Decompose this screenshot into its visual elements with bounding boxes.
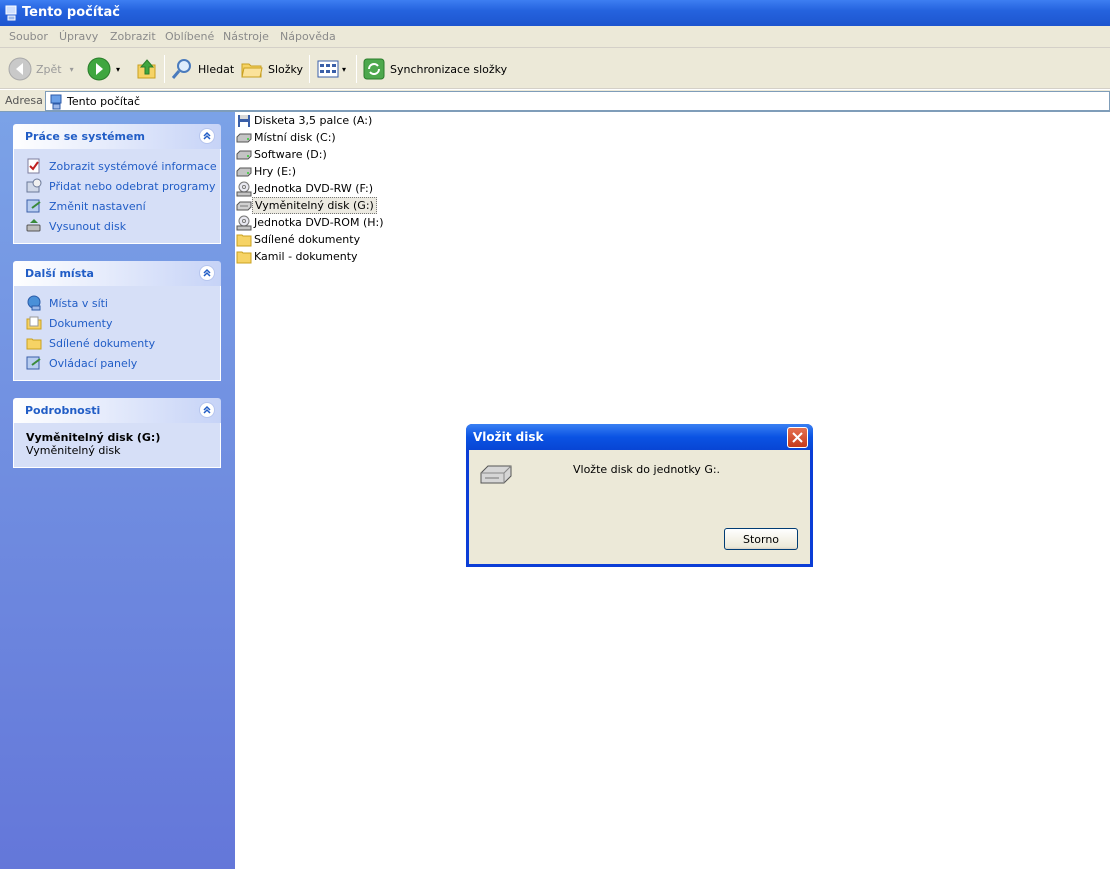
dvd-drive-icon — [236, 215, 251, 230]
details-name: Vyměnitelný disk (G:) — [26, 431, 161, 444]
panel-header[interactable]: Podrobnosti — [13, 398, 221, 423]
forward-button[interactable]: ▾ — [87, 56, 120, 82]
computer-icon — [50, 94, 62, 110]
drive-item-c[interactable]: Místní disk (C:) — [235, 129, 338, 146]
panel-header[interactable]: Další místa — [13, 261, 221, 286]
task-eject-disk[interactable]: Vysunout disk — [14, 217, 220, 237]
panel-title: Práce se systémem — [25, 130, 145, 143]
folder-icon — [236, 234, 251, 246]
floppy-icon — [237, 114, 250, 127]
menu-nastroje[interactable]: Nástroje — [223, 30, 269, 43]
folder-up-icon — [137, 59, 156, 79]
folders-button[interactable]: Složky — [240, 56, 303, 82]
collapse-icon[interactable] — [199, 402, 215, 418]
network-places-icon — [27, 295, 41, 311]
control-panel-icon — [26, 199, 41, 213]
drive-item-e[interactable]: Hry (E:) — [235, 163, 298, 180]
panel-details: Podrobnosti Vyměnitelný disk (G:) Vyměni… — [13, 398, 221, 468]
forward-arrow-icon — [87, 57, 111, 81]
place-shared-documents[interactable]: Sdílené dokumenty — [14, 334, 220, 354]
dialog-title: Vložit disk — [473, 430, 544, 444]
menu-upravy[interactable]: Úpravy — [59, 30, 98, 43]
search-icon — [171, 59, 191, 79]
dialog-message: Vložte disk do jednotky G:. — [573, 463, 721, 476]
folder-item-kamil[interactable]: Kamil - dokumenty — [235, 248, 360, 265]
dialog-body: Vložte disk do jednotky G:. Storno — [469, 450, 810, 564]
panel-title: Podrobnosti — [25, 404, 101, 417]
task-pane: Práce se systémem Zobrazit systémové inf… — [0, 112, 235, 869]
menu-zobrazit[interactable]: Zobrazit — [110, 30, 156, 43]
drive-item-h[interactable]: Jednotka DVD-ROM (H:) — [235, 214, 386, 231]
up-folder-button[interactable] — [135, 56, 159, 82]
address-value: Tento počítač — [67, 95, 141, 108]
menu-soubor[interactable]: Soubor — [9, 30, 48, 43]
drive-item-f[interactable]: Jednotka DVD-RW (F:) — [235, 180, 375, 197]
hard-disk-icon — [236, 150, 251, 159]
menu-oblibene[interactable]: Oblíbené — [165, 30, 214, 43]
task-add-remove-programs[interactable]: Přidat nebo odebrat programy — [14, 177, 220, 197]
removable-disk-icon — [480, 465, 512, 484]
place-control-panel[interactable]: Ovládací panely — [14, 354, 220, 374]
sync-folder-button[interactable]: Synchronizace složky — [362, 56, 507, 82]
back-button[interactable]: Zpět ▾ — [8, 56, 74, 82]
collapse-icon[interactable] — [199, 128, 215, 144]
cancel-button[interactable]: Storno — [724, 528, 798, 550]
task-change-settings[interactable]: Změnit nastavení — [14, 197, 220, 217]
documents-folder-icon — [26, 316, 42, 330]
address-label: Adresa — [5, 94, 43, 107]
menu-napoveda[interactable]: Nápověda — [280, 30, 336, 43]
removable-disk-icon — [236, 201, 251, 210]
toolbar: Zpět ▾ ▾ Hledat Složky ▾ Synchronizace s… — [0, 48, 1110, 89]
folder-icon — [236, 251, 251, 263]
folder-item-shared[interactable]: Sdílené dokumenty — [235, 231, 362, 248]
panel-other-places: Další místa Místa v síti Dokumenty Sdíle… — [13, 261, 221, 381]
address-field[interactable]: Tento počítač — [45, 91, 1110, 111]
insert-disk-dialog: Vložit disk Vložte disk do jednotky G:. … — [466, 424, 813, 567]
system-info-icon — [27, 158, 40, 174]
sync-icon — [363, 58, 385, 80]
drive-item-a[interactable]: Disketa 3,5 palce (A:) — [235, 112, 374, 129]
drive-item-g[interactable]: Vyměnitelný disk (G:) — [235, 197, 377, 214]
views-dropdown-icon: ▾ — [342, 64, 347, 74]
dvd-drive-icon — [236, 181, 251, 196]
address-bar: Adresa Tento počítač — [0, 90, 1110, 112]
back-arrow-icon — [8, 57, 32, 81]
menu-bar: Soubor Úpravy Zobrazit Oblíbené Nástroje… — [0, 26, 1110, 48]
views-button[interactable]: ▾ — [316, 56, 346, 82]
window-title: Tento počítač — [22, 5, 120, 20]
panel-title: Další místa — [25, 267, 94, 280]
add-remove-programs-icon — [26, 178, 42, 193]
place-network[interactable]: Místa v síti — [14, 294, 220, 314]
folders-icon — [241, 63, 263, 78]
search-button[interactable]: Hledat — [170, 56, 234, 82]
back-dropdown-icon[interactable]: ▾ — [70, 65, 74, 74]
task-system-info[interactable]: Zobrazit systémové informace — [14, 157, 220, 177]
computer-icon — [5, 5, 17, 21]
collapse-icon[interactable] — [199, 265, 215, 281]
details-type: Vyměnitelný disk — [26, 444, 121, 457]
drive-item-d[interactable]: Software (D:) — [235, 146, 329, 163]
views-icon — [317, 60, 339, 78]
panel-header[interactable]: Práce se systémem — [13, 124, 221, 149]
close-icon — [792, 432, 803, 443]
eject-disk-icon — [26, 219, 41, 232]
close-button[interactable] — [787, 427, 808, 448]
folder-icon — [26, 338, 42, 350]
panel-system-tasks: Práce se systémem Zobrazit systémové inf… — [13, 124, 221, 244]
hard-disk-icon — [236, 167, 251, 176]
title-bar[interactable]: Tento počítač — [0, 0, 1110, 26]
forward-dropdown-icon[interactable]: ▾ — [116, 65, 120, 74]
dialog-title-bar[interactable]: Vložit disk — [466, 424, 813, 450]
control-panel-icon — [26, 356, 41, 370]
hard-disk-icon — [236, 133, 251, 142]
place-documents[interactable]: Dokumenty — [14, 314, 220, 334]
